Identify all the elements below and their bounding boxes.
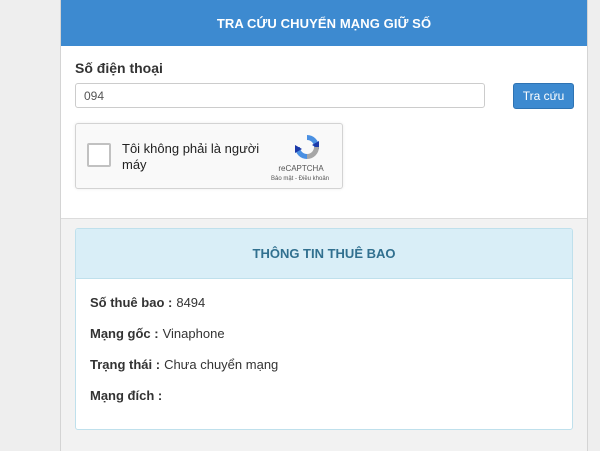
recaptcha-widget: Tôi không phải là người máy reCAPTCHA Bả… [75,123,343,189]
lookup-button[interactable]: Tra cứu [513,83,574,109]
info-row-value: Chưa chuyển mạng [164,357,279,372]
recaptcha-terms-link[interactable]: Bảo mật - Điều khoản [256,176,344,182]
info-row-label: Mạng đích : [90,388,163,403]
info-row-label: Mạng gốc : [90,326,159,341]
info-row-value: Vinaphone [162,326,225,341]
page-title: TRA CỨU CHUYỂN MẠNG GIỮ SỐ [216,15,432,31]
info-row-status: Trạng thái : Chưa chuyển mạng [90,357,278,372]
page-header: TRA CỨU CHUYỂN MẠNG GIỮ SỐ [61,0,587,46]
info-row-origin-network: Mạng gốc : Vinaphone [90,326,225,341]
phone-input[interactable]: 094 [75,83,485,108]
subscriber-info-card: THÔNG TIN THUÊ BAO Số thuê bao :8494 Mạn… [75,228,573,430]
main-panel: TRA CỨU CHUYỂN MẠNG GIỮ SỐ Số điện thoại… [60,0,588,451]
info-row-label: Số thuê bao : [90,295,173,310]
info-row-number: Số thuê bao :8494 [90,295,205,310]
info-card-title: THÔNG TIN THUÊ BAO [252,246,396,261]
recaptcha-label: Tôi không phải là người máy [122,141,260,172]
lookup-form: Số điện thoại 094 Tra cứu Tôi không phải… [61,46,587,219]
info-card-header: THÔNG TIN THUÊ BAO [76,229,572,279]
info-row-label: Trạng thái : [90,357,161,372]
info-row-value: 8494 [176,295,206,310]
recaptcha-brand: reCAPTCHA [278,164,324,173]
recaptcha-logo-icon [295,135,319,159]
phone-input-value: 094 [84,88,105,103]
phone-label: Số điện thoại [75,60,163,76]
info-row-target-network: Mạng đích : [90,388,166,403]
recaptcha-checkbox[interactable] [87,143,111,167]
